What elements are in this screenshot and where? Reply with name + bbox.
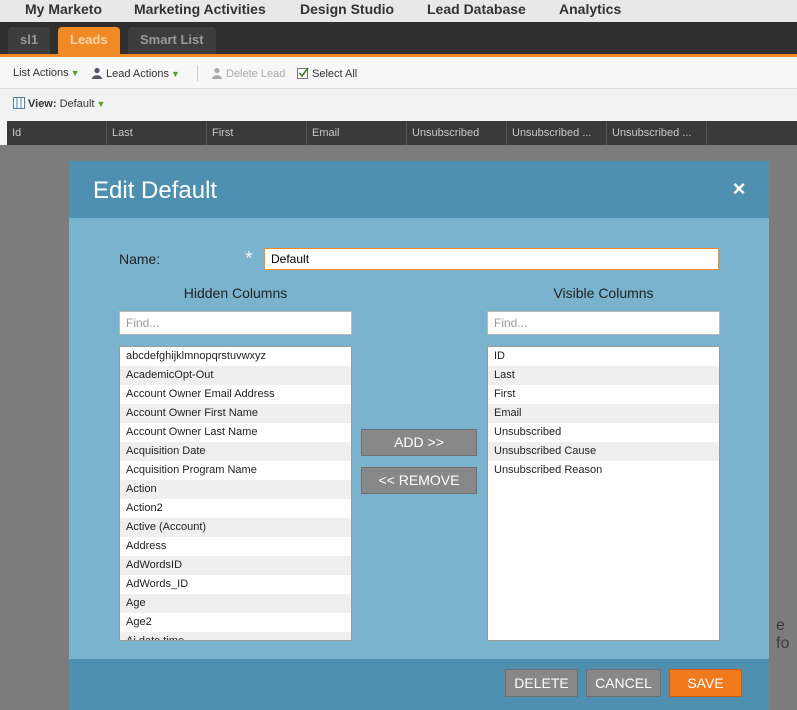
delete-lead-label: Delete Lead <box>226 68 286 80</box>
list-item[interactable]: Ai date time <box>120 632 351 640</box>
list-item[interactable]: Address <box>120 537 351 556</box>
list-item[interactable]: Acquisition Date <box>120 442 351 461</box>
list-item[interactable]: Account Owner First Name <box>120 404 351 423</box>
toolbar: List Actions ▼ Lead Actions ▼ Delete Lead … <box>0 57 797 89</box>
visible-find-input[interactable] <box>487 311 720 335</box>
grid-col-first[interactable]: First <box>207 121 307 145</box>
checkbox-icon <box>297 67 309 79</box>
hidden-columns-list[interactable]: abcdefghijklmnopqrstuvwxyz AcademicOpt-O… <box>119 346 352 641</box>
dialog-title: Edit Default <box>93 177 218 204</box>
columns-icon <box>13 97 25 109</box>
list-item[interactable]: Acquisition Program Name <box>120 461 351 480</box>
lead-actions-menu[interactable]: Lead Actions ▼ <box>91 67 180 80</box>
cancel-button[interactable]: CANCEL <box>586 669 661 697</box>
tab-leads[interactable]: Leads <box>58 27 120 57</box>
person-icon <box>92 67 102 79</box>
edit-view-dialog: Edit Default × Name: * Hidden Columns Vi… <box>69 161 769 710</box>
list-item[interactable]: Action2 <box>120 499 351 518</box>
view-value: Default <box>59 98 95 110</box>
nav-design-studio[interactable]: Design Studio <box>300 1 394 17</box>
lead-actions-label: Lead Actions <box>106 68 169 80</box>
grid-col-email[interactable]: Email <box>307 121 407 145</box>
list-item[interactable]: abcdefghijklmnopqrstuvwxyz <box>120 347 351 366</box>
list-item[interactable]: AcademicOpt-Out <box>120 366 351 385</box>
grid-col-unsubscribed[interactable]: Unsubscribed <box>407 121 507 145</box>
toolbar-separator <box>197 65 198 81</box>
nav-marketing-activities[interactable]: Marketing Activities <box>134 1 266 17</box>
save-button[interactable]: SAVE <box>669 669 742 697</box>
list-item[interactable]: Unsubscribed <box>488 423 719 442</box>
tab-sl1[interactable]: sl1 <box>8 27 51 57</box>
dropdown-triangle-icon: ▼ <box>171 69 180 79</box>
grid-col-unsubscribed-reason[interactable]: Unsubscribed ... <box>607 121 707 145</box>
delete-button[interactable]: DELETE <box>505 669 578 697</box>
background-text: e fo <box>776 617 790 652</box>
grid-col-unsubscribed-cause[interactable]: Unsubscribed ... <box>507 121 607 145</box>
grid-header: Id Last First Email Unsubscribed Unsubsc… <box>7 121 797 145</box>
required-icon: * <box>245 248 253 270</box>
visible-columns-title: Visible Columns <box>553 285 654 301</box>
dropdown-triangle-icon: ▼ <box>96 99 106 109</box>
list-item[interactable]: Action <box>120 480 351 499</box>
list-actions-label: List Actions <box>13 67 69 79</box>
list-item[interactable]: AdWordsID <box>120 556 351 575</box>
nav-lead-database[interactable]: Lead Database <box>427 1 526 17</box>
add-button[interactable]: ADD >> <box>361 429 477 456</box>
nav-my-marketo[interactable]: My Marketo <box>25 1 102 17</box>
top-nav: My Marketo Marketing Activities Design S… <box>0 0 797 22</box>
list-item[interactable]: Age <box>120 594 351 613</box>
dialog-footer: DELETE CANCEL SAVE <box>69 659 769 710</box>
dropdown-triangle-icon: ▼ <box>70 68 80 78</box>
grid-col-last[interactable]: Last <box>107 121 207 145</box>
tab-smart-list[interactable]: Smart List <box>128 27 216 57</box>
list-item[interactable]: Unsubscribed Cause <box>488 442 719 461</box>
list-item[interactable]: Age2 <box>120 613 351 632</box>
name-label: Name: <box>119 251 161 267</box>
delete-person-icon <box>212 67 222 79</box>
select-all-label: Select All <box>312 68 358 80</box>
dialog-header: Edit Default × <box>69 161 769 218</box>
list-item[interactable]: Email <box>488 404 719 423</box>
hidden-find-input[interactable] <box>119 311 352 335</box>
select-all-button[interactable]: Select All <box>297 67 357 80</box>
list-item[interactable]: First <box>488 385 719 404</box>
name-input[interactable] <box>264 248 719 270</box>
list-item[interactable]: AdWords_ID <box>120 575 351 594</box>
tab-bar: sl1 Leads Smart List <box>0 22 797 57</box>
list-item[interactable]: Account Owner Email Address <box>120 385 351 404</box>
list-item[interactable]: ID <box>488 347 719 366</box>
grid-col-id[interactable]: Id <box>7 121 107 145</box>
view-selector[interactable]: View: Default ▼ <box>13 97 105 110</box>
list-item[interactable]: Account Owner Last Name <box>120 423 351 442</box>
list-item[interactable]: Last <box>488 366 719 385</box>
list-item[interactable]: Unsubscribed Reason <box>488 461 719 480</box>
visible-columns-list[interactable]: ID Last First Email Unsubscribed Unsubsc… <box>487 346 720 641</box>
delete-lead-button[interactable]: Delete Lead <box>211 67 285 80</box>
close-icon[interactable]: × <box>729 178 749 200</box>
hidden-columns-title: Hidden Columns <box>183 285 288 301</box>
list-actions-menu[interactable]: List Actions ▼ <box>13 67 80 79</box>
nav-analytics[interactable]: Analytics <box>559 1 621 17</box>
list-item[interactable]: Active (Account) <box>120 518 351 537</box>
view-bar: View: Default ▼ <box>0 89 797 119</box>
remove-button[interactable]: << REMOVE <box>361 467 477 494</box>
view-label: View: <box>28 98 57 110</box>
